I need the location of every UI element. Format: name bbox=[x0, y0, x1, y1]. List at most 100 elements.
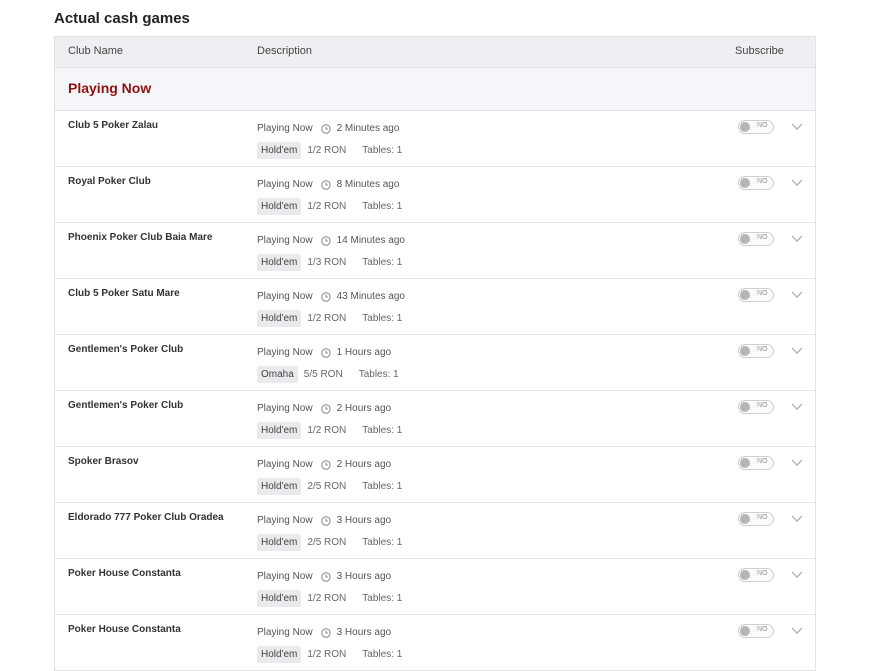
clock-icon bbox=[320, 515, 331, 526]
clock-icon bbox=[320, 123, 331, 134]
toggle-label: NO bbox=[757, 122, 768, 129]
table-row[interactable]: Spoker Brasov Playing Now 2 Hours ago Ho… bbox=[55, 447, 815, 503]
clock-icon bbox=[320, 347, 331, 358]
toggle-knob bbox=[740, 234, 750, 244]
subscribe-toggle[interactable]: NO bbox=[738, 400, 774, 414]
time-ago: 43 Minutes ago bbox=[336, 291, 405, 302]
table-row[interactable]: Poker House Constanta Playing Now 3 Hour… bbox=[55, 615, 815, 671]
chevron-down-icon[interactable] bbox=[791, 627, 803, 635]
time-ago: 8 Minutes ago bbox=[336, 179, 400, 190]
toggle-knob bbox=[740, 626, 750, 636]
toggle-label: NO bbox=[757, 570, 768, 577]
table-row[interactable]: Gentlemen's Poker Club Playing Now 2 Hou… bbox=[55, 391, 815, 447]
stakes: 1/2 RON bbox=[307, 145, 347, 156]
tables-count: Tables: 1 bbox=[362, 201, 403, 212]
subscribe-toggle[interactable]: NO bbox=[738, 512, 774, 526]
club-name[interactable]: Club 5 Poker Zalau bbox=[68, 120, 158, 131]
status-text: Playing Now bbox=[257, 179, 313, 190]
tables-count: Tables: 1 bbox=[362, 593, 403, 604]
table-row[interactable]: Club 5 Poker Satu Mare Playing Now 43 Mi… bbox=[55, 279, 815, 335]
game-status: Playing Now 3 Hours ago bbox=[257, 571, 391, 582]
chevron-down-icon[interactable] bbox=[791, 459, 803, 467]
game-type-badge: Hold'em bbox=[257, 142, 302, 159]
time-ago: 3 Hours ago bbox=[336, 571, 392, 582]
subscribe-toggle[interactable]: NO bbox=[738, 456, 774, 470]
stakes: 2/5 RON bbox=[307, 537, 347, 548]
subscribe-toggle[interactable]: NO bbox=[738, 288, 774, 302]
chevron-down-icon[interactable] bbox=[791, 123, 803, 131]
tables-count: Tables: 1 bbox=[362, 257, 403, 268]
game-details: Hold'em 1/2 RON Tables: 1 bbox=[257, 310, 402, 327]
game-status: Playing Now 3 Hours ago bbox=[257, 515, 391, 526]
toggle-knob bbox=[740, 178, 750, 188]
tables-count: Tables: 1 bbox=[362, 145, 403, 156]
game-status: Playing Now 2 Minutes ago bbox=[257, 123, 399, 134]
column-header-club-name: Club Name bbox=[68, 45, 124, 57]
table-row[interactable]: Eldorado 777 Poker Club Oradea Playing N… bbox=[55, 503, 815, 559]
toggle-knob bbox=[740, 458, 750, 468]
club-name[interactable]: Spoker Brasov bbox=[68, 456, 139, 467]
page-title: Actual cash games bbox=[54, 10, 190, 27]
toggle-label: NO bbox=[757, 346, 768, 353]
subscribe-toggle[interactable]: NO bbox=[738, 624, 774, 638]
toggle-label: NO bbox=[757, 402, 768, 409]
subscribe-toggle[interactable]: NO bbox=[738, 232, 774, 246]
game-details: Hold'em 1/2 RON Tables: 1 bbox=[257, 590, 402, 607]
club-name[interactable]: Gentlemen's Poker Club bbox=[68, 344, 183, 355]
column-header-subscribe: Subscribe bbox=[735, 45, 784, 57]
club-name[interactable]: Phoenix Poker Club Baia Mare bbox=[68, 232, 213, 243]
status-text: Playing Now bbox=[257, 235, 313, 246]
game-type-badge: Hold'em bbox=[257, 422, 302, 439]
toggle-label: NO bbox=[757, 290, 768, 297]
table-row[interactable]: Gentlemen's Poker Club Playing Now 1 Hou… bbox=[55, 335, 815, 391]
toggle-label: NO bbox=[757, 626, 768, 633]
status-text: Playing Now bbox=[257, 403, 313, 414]
chevron-down-icon[interactable] bbox=[791, 291, 803, 299]
stakes: 2/5 RON bbox=[307, 481, 347, 492]
cash-games-table: Club Name Description Subscribe Playing … bbox=[54, 36, 816, 671]
toggle-label: NO bbox=[757, 514, 768, 521]
club-name[interactable]: Royal Poker Club bbox=[68, 176, 151, 187]
table-row[interactable]: Club 5 Poker Zalau Playing Now 2 Minutes… bbox=[55, 111, 815, 167]
tables-count: Tables: 1 bbox=[362, 537, 403, 548]
game-details: Hold'em 1/2 RON Tables: 1 bbox=[257, 646, 402, 663]
toggle-label: NO bbox=[757, 234, 768, 241]
table-row[interactable]: Royal Poker Club Playing Now 8 Minutes a… bbox=[55, 167, 815, 223]
subscribe-toggle[interactable]: NO bbox=[738, 568, 774, 582]
chevron-down-icon[interactable] bbox=[791, 571, 803, 579]
game-details: Hold'em 1/2 RON Tables: 1 bbox=[257, 142, 402, 159]
club-name[interactable]: Poker House Constanta bbox=[68, 568, 181, 579]
toggle-knob bbox=[740, 570, 750, 580]
status-text: Playing Now bbox=[257, 347, 313, 358]
stakes: 1/2 RON bbox=[307, 593, 347, 604]
stakes: 1/3 RON bbox=[307, 257, 347, 268]
game-status: Playing Now 3 Hours ago bbox=[257, 627, 391, 638]
table-row[interactable]: Phoenix Poker Club Baia Mare Playing Now… bbox=[55, 223, 815, 279]
table-row[interactable]: Poker House Constanta Playing Now 3 Hour… bbox=[55, 559, 815, 615]
game-status: Playing Now 2 Hours ago bbox=[257, 459, 391, 470]
clock-icon bbox=[320, 179, 331, 190]
club-name[interactable]: Eldorado 777 Poker Club Oradea bbox=[68, 512, 224, 523]
game-status: Playing Now 1 Hours ago bbox=[257, 347, 391, 358]
chevron-down-icon[interactable] bbox=[791, 515, 803, 523]
time-ago: 3 Hours ago bbox=[336, 627, 392, 638]
subscribe-toggle[interactable]: NO bbox=[738, 120, 774, 134]
subscribe-toggle[interactable]: NO bbox=[738, 344, 774, 358]
time-ago: 3 Hours ago bbox=[336, 515, 392, 526]
toggle-label: NO bbox=[757, 458, 768, 465]
club-name[interactable]: Poker House Constanta bbox=[68, 624, 181, 635]
status-text: Playing Now bbox=[257, 123, 313, 134]
chevron-down-icon[interactable] bbox=[791, 235, 803, 243]
game-type-badge: Hold'em bbox=[257, 478, 302, 495]
section-title: Playing Now bbox=[68, 80, 152, 96]
tables-count: Tables: 1 bbox=[362, 425, 403, 436]
tables-count: Tables: 1 bbox=[362, 313, 403, 324]
chevron-down-icon[interactable] bbox=[791, 403, 803, 411]
club-name[interactable]: Club 5 Poker Satu Mare bbox=[68, 288, 180, 299]
club-name[interactable]: Gentlemen's Poker Club bbox=[68, 400, 183, 411]
subscribe-toggle[interactable]: NO bbox=[738, 176, 774, 190]
chevron-down-icon[interactable] bbox=[791, 179, 803, 187]
tables-count: Tables: 1 bbox=[358, 369, 399, 380]
chevron-down-icon[interactable] bbox=[791, 347, 803, 355]
stakes: 1/2 RON bbox=[307, 649, 347, 660]
